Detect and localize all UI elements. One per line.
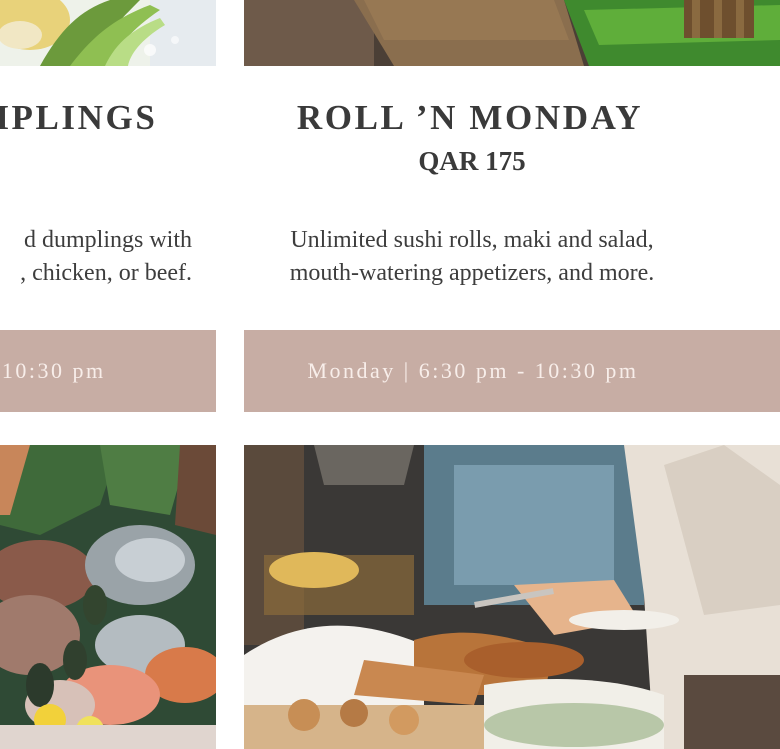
- offer-price: QAR 175: [418, 146, 526, 176]
- description-line: mouth-watering appetizers, and more.: [289, 260, 655, 286]
- schedule-button[interactable]: - 10:30 pm: [0, 330, 216, 412]
- offer-card-roll-n-monday[interactable]: ROLL ’N MONDAY QAR 175 Unlimited sushi r…: [244, 0, 780, 749]
- offer-card-dumplings[interactable]: UMPLINGS 5 d dumplings with , chicken, o…: [0, 0, 216, 749]
- schedule-text: - 10:30 pm: [0, 358, 106, 383]
- description-line: d dumplings with: [23, 227, 192, 253]
- seafood-platter-image: [0, 445, 216, 749]
- vegetable-dish-image: [0, 0, 216, 66]
- offers-page: UMPLINGS 5 d dumplings with , chicken, o…: [0, 0, 780, 749]
- offer-description: Unlimited sushi rolls, maki and salad, m…: [244, 224, 740, 290]
- schedule-button[interactable]: Monday | 6:30 pm - 10:30 pm: [244, 330, 780, 412]
- offer-title: UMPLINGS: [0, 98, 158, 137]
- buffet-serving-image: [244, 445, 780, 749]
- restaurant-interior-image: [244, 0, 780, 66]
- offer-description: d dumplings with , chicken, or beef.: [0, 224, 192, 290]
- description-line: Unlimited sushi rolls, maki and salad,: [290, 227, 654, 253]
- schedule-text: Monday | 6:30 pm - 10:30 pm: [307, 358, 639, 383]
- offer-title: ROLL ’N MONDAY: [296, 98, 644, 137]
- description-line: , chicken, or beef.: [20, 260, 192, 286]
